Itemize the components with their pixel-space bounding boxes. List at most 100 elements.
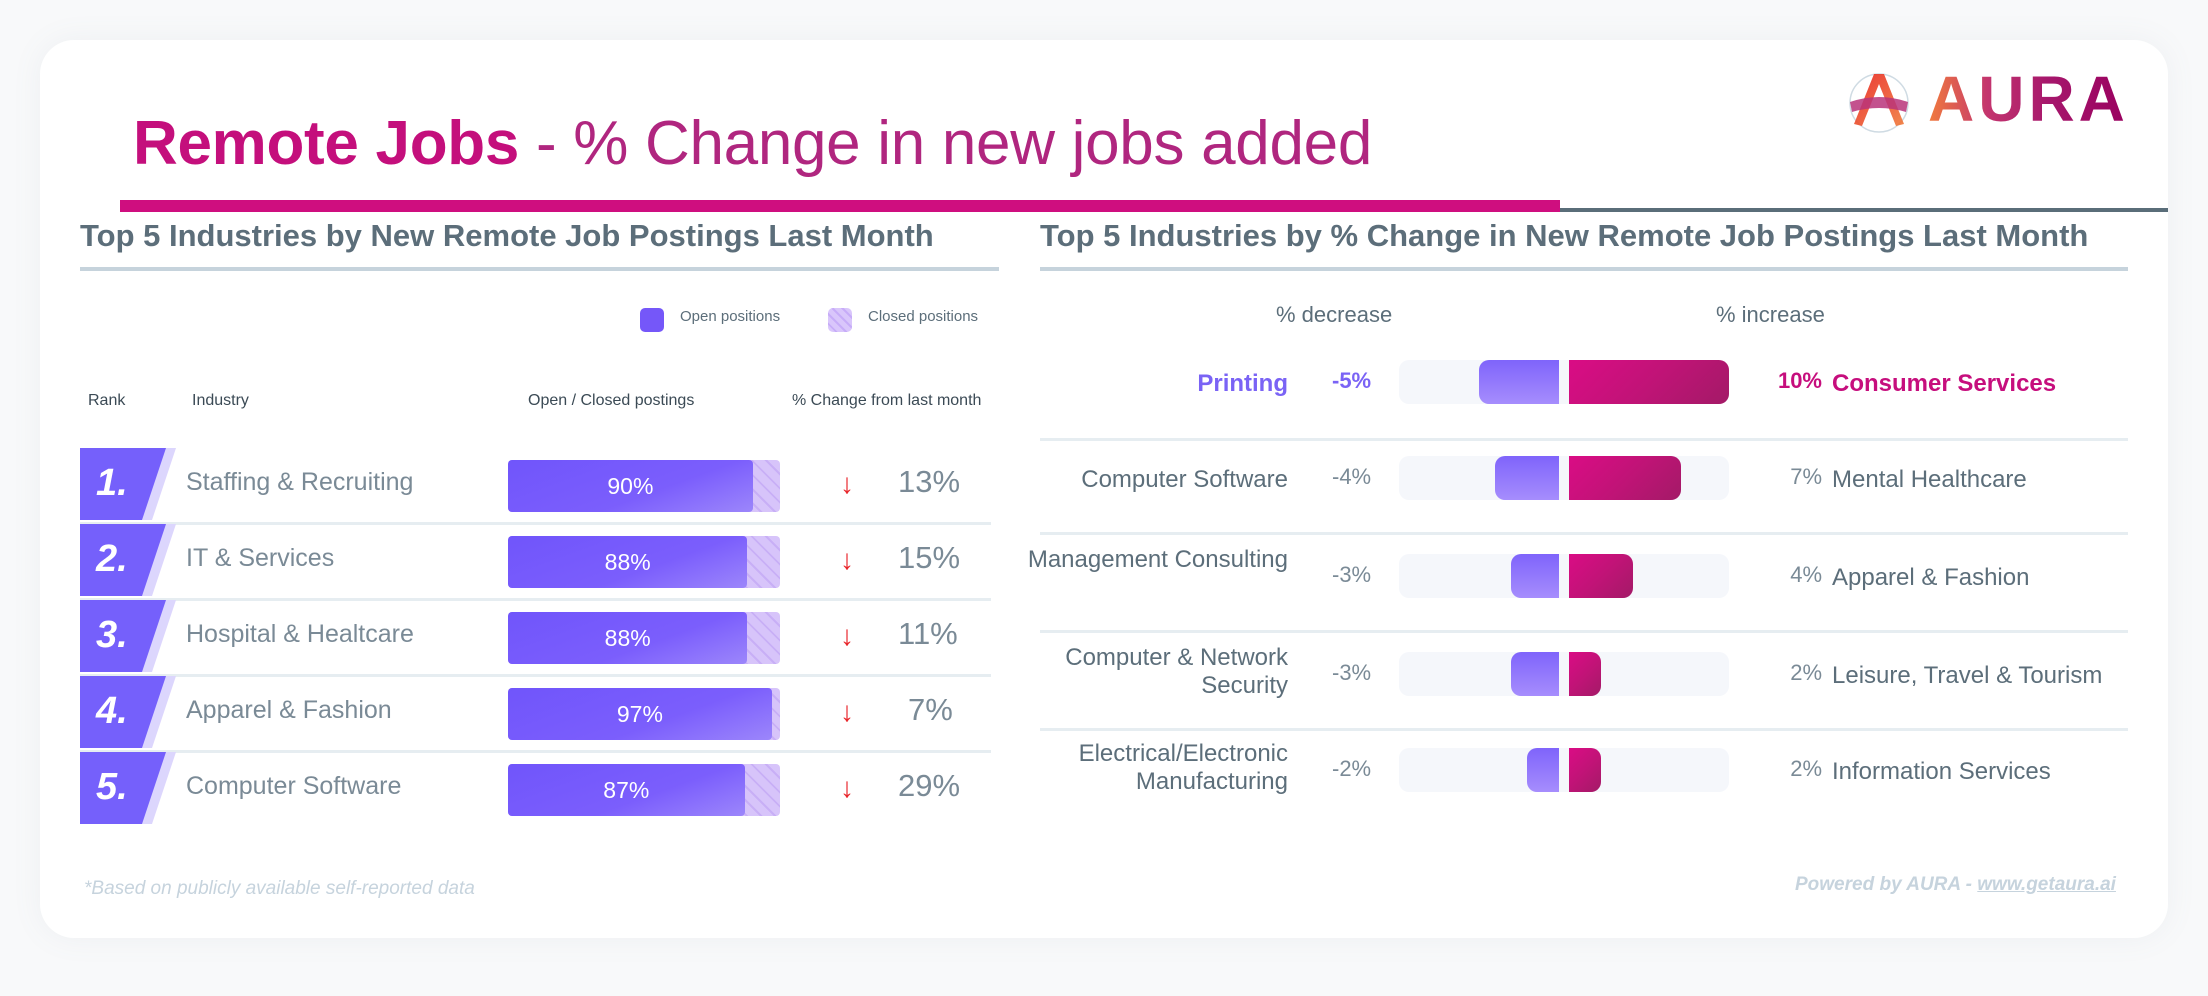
aura-logo: AURA <box>1846 63 2126 138</box>
down-arrow-icon: ↓ <box>840 468 854 499</box>
powered-by-prefix: Powered by AURA - <box>1795 874 1978 895</box>
logo-text: AURA <box>1928 63 2129 135</box>
legend-open-label: Open positions <box>680 308 781 325</box>
increase-industry-name: Information Services <box>1832 758 2051 785</box>
change-percent: 13% <box>898 464 961 499</box>
right-section-underline <box>1040 267 2128 271</box>
increase-percent: 7% <box>1790 464 1822 489</box>
change-percent: 7% <box>908 692 953 727</box>
increase-percent: 10% <box>1777 368 1822 393</box>
open-percent-label: 97% <box>616 700 663 727</box>
down-arrow-icon: ↓ <box>840 772 854 803</box>
legend-closed-label: Closed positions <box>868 308 979 325</box>
increase-bar <box>1569 652 1601 696</box>
decrease-percent: -3% <box>1332 660 1372 685</box>
increase-percent: 2% <box>1790 660 1822 685</box>
legend-open-swatch <box>640 308 664 332</box>
decrease-bar <box>1511 652 1559 696</box>
page-title: Remote Jobs - % Change in new jobs added <box>133 108 1372 179</box>
row-divider <box>1040 438 2128 441</box>
row-divider <box>1040 532 2128 535</box>
increase-industry-name: Mental Healthcare <box>1832 466 2027 493</box>
postings-bar: 87% <box>508 764 780 816</box>
change-percent: 29% <box>898 768 961 803</box>
decrease-percent: -4% <box>1332 464 1372 489</box>
rank-number: 4. <box>96 690 128 732</box>
down-arrow-icon: ↓ <box>840 696 854 727</box>
bar-track <box>1399 652 1729 696</box>
row-divider <box>80 674 991 677</box>
decrease-industry-name: Computer Software <box>1081 466 1288 493</box>
row-divider <box>80 522 991 525</box>
decrease-industry-name: Printing <box>1197 370 1288 397</box>
rank-badge <box>80 752 176 824</box>
postings-bar: 90% <box>508 460 780 512</box>
column-header-rank: Rank <box>88 392 126 409</box>
increase-bar <box>1569 360 1729 404</box>
title-rest: - % Change in new jobs added <box>519 109 1373 178</box>
rank-badge <box>80 600 176 672</box>
increase-bar <box>1569 456 1681 500</box>
change-percent: 15% <box>898 540 961 575</box>
industry-name: IT & Services <box>186 544 335 572</box>
open-percent-label: 88% <box>604 548 651 575</box>
column-header-postings: Open / Closed postings <box>528 392 695 409</box>
decrease-percent: -2% <box>1332 756 1372 781</box>
aura-website-link[interactable]: www.getaura.ai <box>1977 874 2116 895</box>
column-header-industry: Industry <box>192 392 249 409</box>
bar-track <box>1399 748 1729 792</box>
postings-bar: 97% <box>508 688 780 740</box>
header-accent-line <box>120 200 1560 212</box>
row-divider <box>80 598 991 601</box>
industry-name: Staffing & Recruiting <box>186 468 414 496</box>
aura-logo-icon <box>1849 73 1909 133</box>
row-divider <box>80 750 991 753</box>
rank-badge <box>80 676 176 748</box>
increase-header: % increase <box>1716 302 1825 327</box>
left-section-title: Top 5 Industries by New Remote Job Posti… <box>80 218 934 253</box>
title-bold: Remote Jobs <box>133 109 520 178</box>
rank-number: 2. <box>96 538 128 580</box>
rank-badge <box>80 524 176 596</box>
decrease-industry-name: Electrical/Electronic Manufacturing <box>1078 740 1288 795</box>
bar-track <box>1399 554 1729 598</box>
industry-name: Hospital & Healtcare <box>186 620 414 648</box>
header-divider-line <box>1560 208 2168 212</box>
column-header-change: % Change from last month <box>792 392 982 409</box>
open-percent-label: 87% <box>603 776 650 803</box>
rank-number: 5. <box>96 766 128 808</box>
decrease-industry-name: Computer & Network Security <box>1065 644 1288 699</box>
infographic-card: Remote Jobs - % Change in new jobs added… <box>40 40 2168 938</box>
increase-bar <box>1569 748 1601 792</box>
rank-number: 1. <box>96 462 128 504</box>
increase-percent: 2% <box>1790 756 1822 781</box>
decrease-bar <box>1511 554 1559 598</box>
powered-by: Powered by AURA - www.getaura.ai <box>1795 874 2116 896</box>
left-section-underline <box>80 267 999 271</box>
rank-badge <box>80 448 176 520</box>
row-divider <box>1040 630 2128 633</box>
footer-note: *Based on publicly available self-report… <box>84 878 475 899</box>
decrease-bar <box>1495 456 1559 500</box>
right-section-title: Top 5 Industries by % Change in New Remo… <box>1040 218 2089 253</box>
industry-name: Apparel & Fashion <box>186 696 392 724</box>
decrease-industry-name: Management Consulting <box>1027 546 1288 573</box>
legend-closed-swatch <box>828 308 852 332</box>
open-percent-label: 88% <box>604 624 651 651</box>
decrease-header: % decrease <box>1276 302 1393 327</box>
row-divider <box>1040 728 2128 731</box>
down-arrow-icon: ↓ <box>840 544 854 575</box>
postings-bar: 88% <box>508 536 780 588</box>
down-arrow-icon: ↓ <box>840 620 854 651</box>
industry-name: Computer Software <box>186 772 402 800</box>
increase-percent: 4% <box>1790 562 1822 587</box>
change-percent: 11% <box>898 616 958 651</box>
postings-bar: 88% <box>508 612 780 664</box>
decrease-bar <box>1527 748 1559 792</box>
increase-industry-name: Leisure, Travel & Tourism <box>1832 662 2103 689</box>
decrease-percent: -3% <box>1332 562 1372 587</box>
decrease-bar <box>1479 360 1559 404</box>
open-percent-label: 90% <box>607 472 654 499</box>
increase-industry-name: Consumer Services <box>1832 370 2057 397</box>
decrease-percent: -5% <box>1332 368 1372 393</box>
